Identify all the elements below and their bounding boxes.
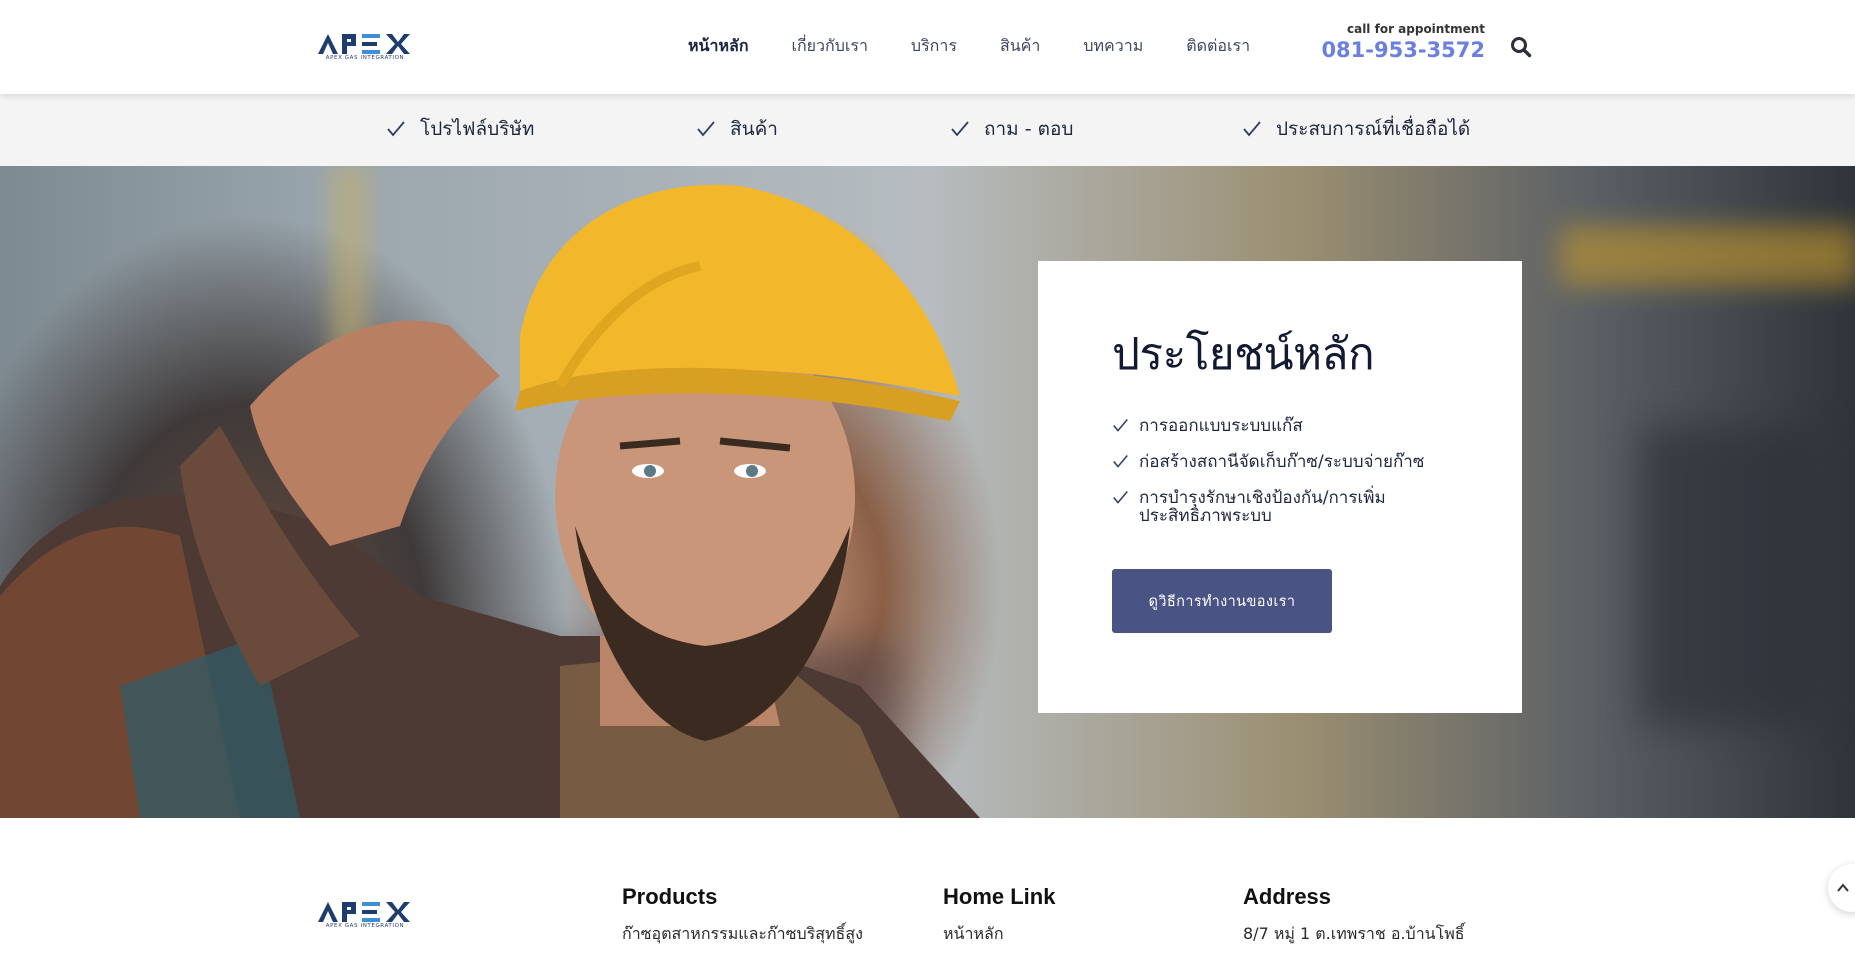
strip-item-profile[interactable]: โปรไฟล์บริษัท — [386, 114, 534, 144]
benefit-item: การบำรุงรักษาเชิงป้องกัน/การเพิ่มประสิทธ… — [1112, 489, 1448, 525]
benefit-text: การบำรุงรักษาเชิงป้องกัน/การเพิ่มประสิทธ… — [1139, 488, 1386, 526]
apex-logo-mark — [318, 902, 410, 922]
hero-background-detail — [1640, 426, 1820, 726]
footer-column-title: Address — [1243, 884, 1332, 909]
appointment-phone[interactable]: 081-953-3572 — [1321, 38, 1485, 62]
check-icon — [1113, 419, 1128, 432]
check-icon — [951, 121, 969, 137]
check-icon — [1113, 455, 1128, 468]
footer-home-link-column: Home Link หน้าหลัก — [943, 884, 1055, 944]
nav-home[interactable]: หน้าหลัก — [688, 34, 749, 59]
strip-item-faq[interactable]: ถาม - ตอบ — [950, 114, 1073, 144]
construction-worker-photo — [0, 184, 980, 818]
footer-column-title: Home Link — [943, 884, 1056, 909]
apex-logo-mark — [318, 34, 410, 54]
search-button[interactable] — [1510, 36, 1532, 58]
footer-products-column: Products ก๊าซอุตสาหกรรมและก๊าซบริสุทธิ์ส… — [622, 884, 863, 944]
nav-about[interactable]: เกี่ยวกับเรา — [792, 34, 868, 59]
footer-link[interactable]: ก๊าซอุตสาหกรรมและก๊าซบริสุทธิ์สูง — [622, 924, 863, 944]
search-icon — [1511, 37, 1532, 58]
footer-column-title: Products — [622, 884, 718, 909]
footer-address-column: Address 8/7 หมู่ 1 ต.เทพราช อ.บ้านโพธิ์ — [1243, 884, 1465, 944]
strip-item-label: สินค้า — [730, 118, 778, 140]
logo-subtitle: APEX GAS INTEGRATION — [325, 55, 405, 61]
benefits-list: การออกแบบระบบแก๊ส ก่อสร้างสถานีจัดเก็บก๊… — [1112, 417, 1448, 525]
footer-link[interactable]: หน้าหลัก — [943, 924, 1055, 944]
check-icon — [1243, 121, 1261, 137]
benefit-text: ก่อสร้างสถานีจัดเก็บก๊าซ/ระบบจ่ายก๊าซ — [1139, 452, 1425, 472]
nav-products[interactable]: สินค้า — [1000, 34, 1040, 59]
site-footer: APEX GAS INTEGRATION Products ก๊าซอุตสาห… — [0, 818, 1855, 954]
check-icon — [697, 121, 715, 137]
footer-apex-logo[interactable]: APEX GAS INTEGRATION — [316, 900, 414, 930]
site-header: APEX GAS INTEGRATION หน้าหลัก เกี่ยวกับเ… — [0, 0, 1855, 94]
appointment-block: call for appointment 081-953-3572 — [1321, 22, 1485, 62]
benefit-item: ก่อสร้างสถานีจัดเก็บก๊าซ/ระบบจ่ายก๊าซ — [1112, 453, 1448, 471]
main-nav: หน้าหลัก เกี่ยวกับเรา บริการ สินค้า บทคว… — [688, 34, 1250, 59]
apex-logo[interactable]: APEX GAS INTEGRATION — [316, 32, 414, 62]
strip-item-label: ถาม - ตอบ — [984, 118, 1074, 140]
hero-background-detail — [1560, 226, 1855, 286]
benefit-text: การออกแบบระบบแก๊ส — [1139, 416, 1303, 436]
nav-services[interactable]: บริการ — [911, 34, 957, 59]
how-we-work-button[interactable]: ดูวิธีการทำงานของเรา — [1112, 569, 1332, 633]
strip-item-label: ประสบการณ์ที่เชื่อถือได้ — [1276, 118, 1471, 140]
strip-item-products[interactable]: สินค้า — [696, 114, 778, 144]
strip-item-label: โปรไฟล์บริษัท — [420, 118, 535, 140]
check-icon — [1113, 491, 1128, 504]
chevron-up-icon — [1837, 883, 1849, 892]
logo-subtitle: APEX GAS INTEGRATION — [325, 923, 405, 929]
appointment-label: call for appointment — [1346, 22, 1485, 36]
feature-strip: โปรไฟล์บริษัท สินค้า ถาม - ตอบ ประสบการณ… — [0, 94, 1855, 166]
nav-articles[interactable]: บทความ — [1083, 34, 1143, 59]
benefits-card: ประโยชน์หลัก การออกแบบระบบแก๊ส ก่อสร้างส… — [1038, 261, 1522, 713]
hero-section: ประโยชน์หลัก การออกแบบระบบแก๊ส ก่อสร้างส… — [0, 166, 1855, 818]
nav-contact[interactable]: ติดต่อเรา — [1186, 34, 1250, 59]
card-title: ประโยชน์หลัก — [1112, 329, 1375, 380]
benefit-item: การออกแบบระบบแก๊ส — [1112, 417, 1448, 435]
strip-item-experience[interactable]: ประสบการณ์ที่เชื่อถือได้ — [1242, 114, 1470, 144]
footer-address-text: 8/7 หมู่ 1 ต.เทพราช อ.บ้านโพธิ์ — [1243, 924, 1465, 943]
check-icon — [387, 121, 405, 137]
